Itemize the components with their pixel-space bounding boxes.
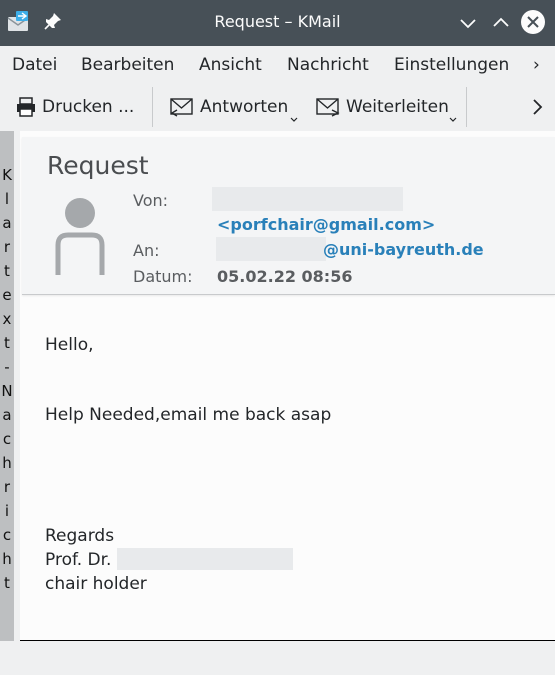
reply-dropdown-chevron-icon[interactable]	[290, 116, 298, 124]
plaintext-indicator-char: l	[4, 190, 10, 208]
plaintext-indicator-char: t	[4, 574, 10, 592]
plaintext-indicator-char: e	[2, 286, 12, 304]
forward-label: Weiterleiten	[346, 97, 449, 117]
plaintext-indicator-char: h	[2, 454, 12, 472]
plaintext-indicator-char: a	[2, 406, 12, 424]
reply-label: Antworten	[200, 97, 289, 117]
to-email-link[interactable]: @uni-bayreuth.de	[323, 240, 484, 259]
menu-ansicht[interactable]: Ansicht	[199, 55, 262, 75]
close-icon[interactable]	[520, 9, 546, 35]
plaintext-indicator-char: c	[2, 430, 12, 448]
plaintext-indicator-char: a	[2, 214, 12, 232]
redacted-recipient-name	[216, 237, 326, 261]
date-value: 05.02.22 08:56	[217, 267, 353, 286]
message-subject: Request	[47, 151, 149, 180]
menu-overflow-chevron[interactable]: ›	[533, 55, 540, 75]
menu-bearbeiten[interactable]: Bearbeiten	[81, 55, 174, 75]
plaintext-indicator-char: K	[2, 166, 12, 184]
menu-bar: Datei Bearbeiten Ansicht Nachricht Einst…	[0, 46, 555, 83]
plaintext-indicator-char: r	[3, 238, 11, 256]
title-bar: Request – KMail	[0, 0, 555, 46]
to-label: An:	[133, 241, 160, 260]
redacted-signature-name	[117, 548, 293, 570]
toolbar-separator	[466, 87, 467, 127]
plaintext-indicator-char: -	[4, 358, 10, 376]
body-regards: Regards	[45, 526, 115, 546]
plaintext-indicator-label: Klartext-Nachricht	[0, 163, 14, 595]
plaintext-indicator-char: c	[2, 526, 12, 544]
from-email-link[interactable]: <porfchair@gmail.com>	[217, 215, 435, 234]
forward-mail-icon	[316, 98, 340, 117]
plaintext-indicator-char: h	[2, 550, 12, 568]
plaintext-indicator-char: t	[4, 262, 10, 280]
reply-button[interactable]: Antworten	[169, 93, 288, 121]
menu-einstellungen[interactable]: Einstellungen	[394, 55, 509, 75]
plaintext-indicator-char: t	[4, 334, 10, 352]
reply-mail-icon	[170, 98, 193, 117]
plaintext-indicator-char: N	[1, 382, 13, 400]
maximize-icon[interactable]	[489, 11, 513, 35]
status-bar	[0, 641, 555, 675]
menu-nachricht[interactable]: Nachricht	[287, 55, 369, 75]
minimize-icon[interactable]	[456, 11, 480, 35]
plaintext-indicator-char: x	[2, 310, 12, 328]
from-label: Von:	[133, 191, 169, 210]
forward-button[interactable]: Weiterleiten	[315, 93, 449, 121]
toolbar-overflow-chevron-icon[interactable]	[530, 97, 544, 117]
menu-datei[interactable]: Datei	[12, 55, 57, 75]
printer-icon	[17, 97, 35, 117]
plaintext-indicator-bar: Klartext-Nachricht	[0, 131, 14, 641]
avatar-icon	[55, 198, 105, 275]
message-header: Request Von: <porfchair@gmail.com> An: @…	[22, 137, 555, 295]
message-viewer: Request Von: <porfchair@gmail.com> An: @…	[20, 131, 555, 641]
redacted-sender-name	[212, 187, 403, 211]
forward-dropdown-chevron-icon[interactable]	[449, 116, 457, 124]
plaintext-indicator-char: i	[4, 502, 10, 520]
toolbar-separator	[152, 87, 153, 127]
body-signature-title: Prof. Dr.	[45, 550, 112, 570]
print-label: Drucken ...	[42, 97, 135, 117]
toolbar: Drucken ... Antworten Weiterleiten	[0, 83, 555, 131]
body-line: Help Needed,email me back asap	[45, 405, 332, 425]
print-button[interactable]: Drucken ...	[15, 93, 134, 121]
body-signature-role: chair holder	[45, 574, 147, 594]
date-label: Datum:	[133, 267, 193, 286]
body-greeting: Hello,	[45, 335, 94, 355]
plaintext-indicator-char: r	[3, 478, 11, 496]
